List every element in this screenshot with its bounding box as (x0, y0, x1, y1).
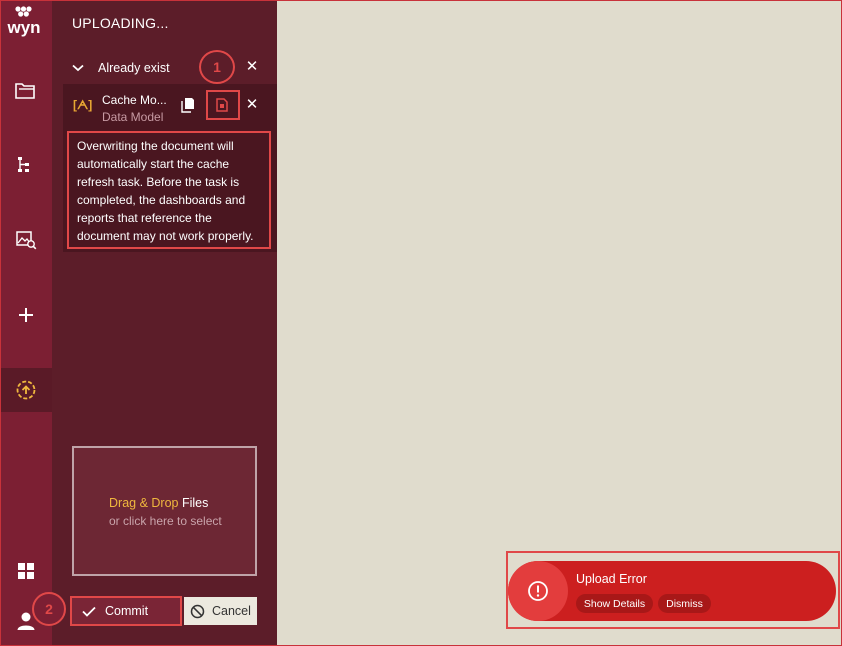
cancel-button[interactable]: Cancel (184, 597, 257, 625)
image-search-icon (16, 231, 37, 250)
check-icon (82, 606, 96, 617)
alert-icon (528, 581, 548, 601)
resources-nav[interactable] (0, 218, 52, 262)
commit-button[interactable]: Commit (70, 596, 182, 626)
group-label: Already exist (98, 61, 170, 75)
item-name: Cache Mo... (102, 93, 167, 107)
drop-zone[interactable]: Drag & Drop Files or click here to selec… (72, 446, 257, 576)
annotation-marker-1: 1 (199, 50, 235, 84)
drop-zone-title: Drag & Drop Files (109, 496, 208, 510)
create-nav[interactable] (0, 293, 52, 337)
copy-icon[interactable] (181, 97, 195, 113)
cancel-icon (190, 604, 205, 618)
upload-panel: UPLOADING... Already exist ✕ 1 [ᗅ] Cache… (32, 0, 277, 646)
plus-icon (19, 308, 33, 322)
overwrite-warning-text: Overwriting the document will automatica… (67, 131, 271, 249)
upload-error-toast: Upload Error Show Details Dismiss (508, 561, 836, 621)
grid-icon (18, 563, 34, 579)
logo-text: wyn (6, 18, 40, 37)
commit-label: Commit (105, 604, 149, 618)
wyn-logo[interactable]: wyn (4, 4, 48, 38)
upload-icon (16, 380, 36, 400)
show-details-button[interactable]: Show Details (576, 594, 653, 613)
drop-zone-accent: Drag & Drop (109, 496, 179, 510)
upload-nav[interactable] (0, 368, 52, 412)
structure-nav[interactable] (0, 143, 52, 187)
panel-title: UPLOADING... (72, 15, 169, 31)
documents-nav[interactable] (0, 68, 52, 112)
overwrite-document-icon[interactable] (216, 98, 228, 112)
close-group-icon[interactable]: ✕ (244, 59, 260, 75)
toast-icon-wrap (508, 561, 568, 621)
tree-icon (18, 157, 29, 172)
drop-zone-subtitle: or click here to select (109, 514, 222, 528)
data-model-icon: [ᗅ] (73, 98, 93, 112)
already-exist-group-header[interactable]: Already exist (72, 58, 272, 78)
logo-icon: wyn (6, 6, 41, 37)
cancel-label: Cancel (212, 604, 251, 618)
app-sidebar: wyn (0, 0, 52, 646)
item-type: Data Model (102, 110, 164, 124)
annotation-marker-2: 2 (32, 592, 66, 626)
dismiss-button[interactable]: Dismiss (658, 594, 711, 613)
dashboard-nav[interactable] (0, 549, 52, 593)
remove-item-icon[interactable]: ✕ (244, 97, 260, 113)
folder-icon (15, 83, 35, 99)
drop-zone-files: Files (178, 496, 209, 510)
toast-title: Upload Error (576, 572, 647, 586)
upload-item: [ᗅ] Cache Mo... Data Model ✕ Overwriting… (63, 84, 277, 252)
chevron-down-icon[interactable] (72, 64, 84, 72)
